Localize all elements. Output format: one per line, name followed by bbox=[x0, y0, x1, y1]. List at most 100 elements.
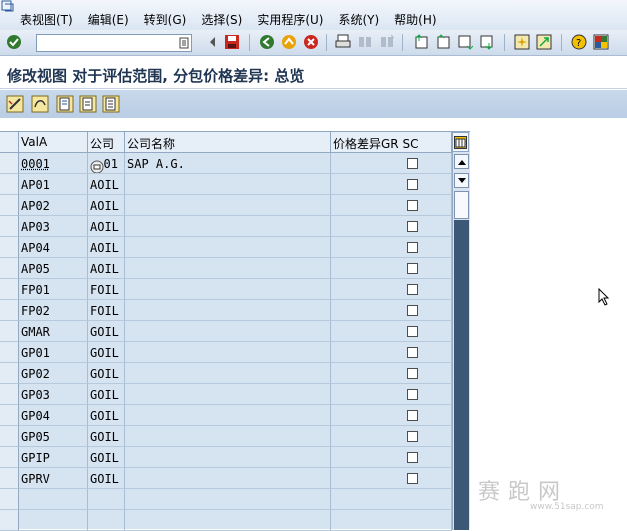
enter-check-icon[interactable] bbox=[5, 33, 23, 51]
row-selector[interactable] bbox=[0, 342, 19, 363]
row-selector[interactable] bbox=[0, 153, 19, 174]
cell-company[interactable]: GOIL bbox=[88, 363, 125, 384]
create-session-icon[interactable] bbox=[513, 33, 531, 51]
cell-company[interactable]: AOIL bbox=[88, 174, 125, 195]
cell-vala[interactable]: GP05 bbox=[19, 426, 88, 447]
layout-menu-icon[interactable] bbox=[592, 33, 610, 51]
row-selector[interactable] bbox=[0, 216, 19, 237]
price-variance-checkbox[interactable] bbox=[407, 347, 418, 358]
row-selector[interactable] bbox=[0, 300, 19, 321]
menu-item-1[interactable]: 编辑(E) bbox=[85, 11, 132, 28]
cell-company[interactable]: FOIL bbox=[88, 279, 125, 300]
cell-company[interactable]: AOIL bbox=[88, 258, 125, 279]
menu-item-0[interactable]: 表视图(T) bbox=[17, 11, 76, 28]
row-selector[interactable] bbox=[0, 468, 19, 489]
menu-item-4[interactable]: 实用程序(U) bbox=[254, 11, 326, 28]
row-selector[interactable] bbox=[0, 258, 19, 279]
delete-icon[interactable] bbox=[78, 94, 98, 114]
new-entries-icon[interactable] bbox=[30, 94, 50, 114]
column-header-company[interactable]: 公司 bbox=[88, 132, 125, 153]
f4-help-icon[interactable] bbox=[90, 160, 104, 174]
generate-shortcut-icon[interactable] bbox=[535, 33, 553, 51]
row-selector[interactable] bbox=[0, 405, 19, 426]
row-selector[interactable] bbox=[0, 363, 19, 384]
price-variance-checkbox[interactable] bbox=[407, 242, 418, 253]
history-dropdown-icon[interactable] bbox=[179, 37, 189, 49]
cell-vala[interactable]: GP04 bbox=[19, 405, 88, 426]
price-variance-checkbox[interactable] bbox=[407, 158, 418, 169]
row-selector[interactable] bbox=[0, 321, 19, 342]
row-selector[interactable] bbox=[0, 426, 19, 447]
sap-window-icon[interactable] bbox=[1, 0, 15, 12]
price-variance-checkbox[interactable] bbox=[407, 389, 418, 400]
price-variance-checkbox[interactable] bbox=[407, 326, 418, 337]
price-variance-checkbox[interactable] bbox=[407, 263, 418, 274]
price-variance-checkbox[interactable] bbox=[407, 284, 418, 295]
row-selector[interactable] bbox=[0, 195, 19, 216]
table-row[interactable]: AP02 AOIL bbox=[0, 195, 452, 216]
row-selector[interactable] bbox=[0, 174, 19, 195]
column-header-price-variance[interactable]: 价格差异GR SC bbox=[331, 132, 452, 153]
cell-vala[interactable]: GP01 bbox=[19, 342, 88, 363]
table-row[interactable] bbox=[0, 510, 452, 531]
scroll-thumb[interactable] bbox=[454, 191, 469, 219]
command-input[interactable] bbox=[37, 35, 175, 51]
cell-vala[interactable] bbox=[19, 510, 88, 531]
first-page-icon[interactable] bbox=[412, 33, 430, 51]
column-header-company-name[interactable]: 公司名称 bbox=[125, 132, 331, 153]
scroll-up-button[interactable] bbox=[454, 154, 469, 169]
cell-vala[interactable]: AP02 bbox=[19, 195, 88, 216]
table-row[interactable]: AP03 AOIL bbox=[0, 216, 452, 237]
select-all-icon[interactable] bbox=[101, 94, 121, 114]
table-row[interactable]: FP01 FOIL bbox=[0, 279, 452, 300]
cell-company[interactable]: FOIL bbox=[88, 300, 125, 321]
print-icon[interactable] bbox=[334, 33, 352, 51]
cell-vala[interactable]: 0001 bbox=[19, 153, 88, 174]
cell-vala[interactable]: FP02 bbox=[19, 300, 88, 321]
scroll-track[interactable] bbox=[454, 220, 469, 530]
price-variance-checkbox[interactable] bbox=[407, 200, 418, 211]
cell-vala[interactable]: AP04 bbox=[19, 237, 88, 258]
table-row[interactable]: AP01 AOIL bbox=[0, 174, 452, 195]
cell-company[interactable]: GOIL bbox=[88, 321, 125, 342]
cell-vala[interactable]: AP05 bbox=[19, 258, 88, 279]
scroll-down-button[interactable] bbox=[454, 173, 469, 188]
display-change-icon[interactable] bbox=[5, 94, 25, 114]
table-row[interactable]: 00010001SAP A.G. bbox=[0, 153, 452, 174]
cell-vala[interactable]: GPIP bbox=[19, 447, 88, 468]
cell-company[interactable] bbox=[88, 510, 125, 531]
cell-company[interactable]: AOIL bbox=[88, 216, 125, 237]
price-variance-checkbox[interactable] bbox=[407, 368, 418, 379]
table-row[interactable]: GP04 GOIL bbox=[0, 405, 452, 426]
cell-company[interactable]: GOIL bbox=[88, 342, 125, 363]
next-page-icon[interactable] bbox=[456, 33, 474, 51]
select-all-column-header[interactable] bbox=[0, 132, 19, 153]
price-variance-checkbox[interactable] bbox=[407, 452, 418, 463]
back-icon[interactable] bbox=[258, 33, 276, 51]
save-icon[interactable] bbox=[223, 33, 241, 51]
table-row[interactable]: FP02 FOIL bbox=[0, 300, 452, 321]
price-variance-checkbox[interactable] bbox=[407, 305, 418, 316]
table-row[interactable]: GP03 GOIL bbox=[0, 384, 452, 405]
cell-vala[interactable] bbox=[19, 489, 88, 510]
table-row[interactable]: AP04 AOIL bbox=[0, 237, 452, 258]
command-field[interactable] bbox=[36, 34, 192, 52]
table-row[interactable]: GP05 GOIL bbox=[0, 426, 452, 447]
cancel-icon[interactable] bbox=[302, 33, 320, 51]
cell-company[interactable]: AOIL bbox=[88, 237, 125, 258]
copy-as-icon[interactable] bbox=[55, 94, 75, 114]
column-header-vala[interactable]: ValA bbox=[19, 132, 88, 153]
row-selector[interactable] bbox=[0, 384, 19, 405]
row-selector[interactable] bbox=[0, 237, 19, 258]
menu-item-6[interactable]: 帮助(H) bbox=[391, 11, 439, 28]
table-row[interactable]: GPIP GOIL bbox=[0, 447, 452, 468]
table-row[interactable]: AP05 AOIL bbox=[0, 258, 452, 279]
menu-item-3[interactable]: 选择(S) bbox=[198, 11, 245, 28]
cell-company[interactable]: GOIL bbox=[88, 384, 125, 405]
price-variance-checkbox[interactable] bbox=[407, 431, 418, 442]
cell-company[interactable]: 0001 bbox=[88, 153, 125, 174]
row-selector[interactable] bbox=[0, 447, 19, 468]
price-variance-checkbox[interactable] bbox=[407, 410, 418, 421]
row-selector[interactable] bbox=[0, 510, 19, 531]
vertical-scrollbar[interactable] bbox=[452, 152, 469, 530]
